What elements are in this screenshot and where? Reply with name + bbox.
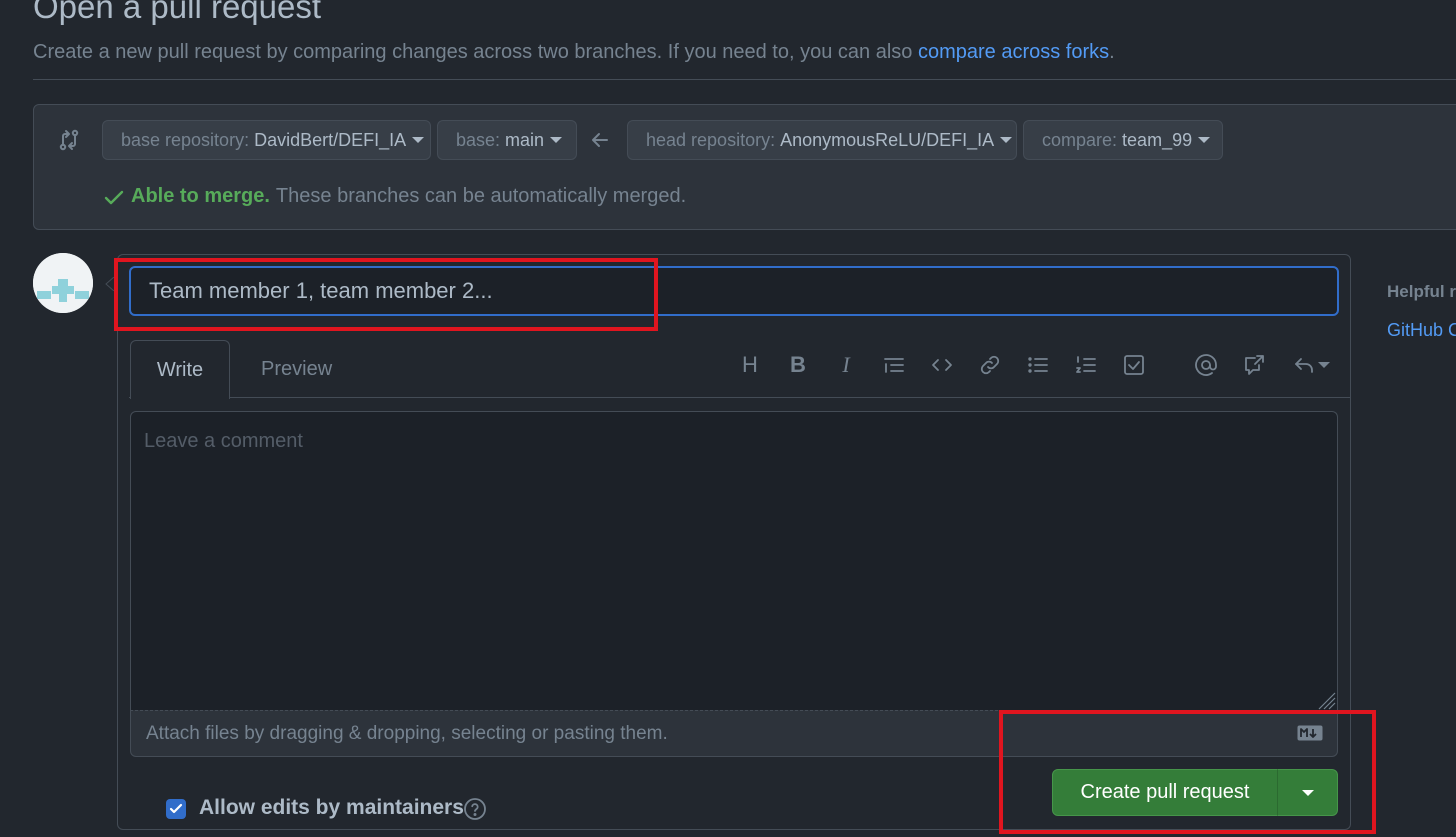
page-subtitle: Create a new pull request by comparing c… (33, 41, 1115, 64)
speech-pointer-icon (105, 277, 114, 291)
pr-title-input[interactable] (129, 266, 1339, 316)
italic-icon: I (842, 352, 850, 377)
git-compare-icon (59, 129, 79, 151)
merge-status-note: These branches can be automatically merg… (275, 185, 687, 207)
ordered-list-icon (1076, 356, 1096, 373)
unordered-list-button[interactable] (1025, 352, 1051, 378)
base-repository-select[interactable]: base repository: DavidBert/DEFI_IA (102, 120, 431, 160)
base-branch-label: base: (456, 129, 501, 150)
chevron-down-icon (1198, 137, 1211, 143)
base-repository-value: DavidBert/DEFI_IA (254, 129, 407, 150)
cross-reference-button[interactable] (1241, 352, 1267, 378)
helpful-resources-heading: Helpful r (1387, 282, 1456, 301)
task-list-button[interactable] (1121, 352, 1147, 378)
reply-icon (1294, 358, 1313, 373)
base-repository-label: base repository: (121, 129, 250, 150)
cross-reference-icon (1245, 355, 1264, 375)
italic-button[interactable]: I (833, 352, 859, 378)
bold-button[interactable]: B (785, 352, 811, 378)
link-icon (980, 355, 1000, 375)
allow-edits-checkbox[interactable] (166, 799, 186, 819)
help-icon[interactable] (463, 797, 487, 821)
compare-branch-value: team_99 (1122, 129, 1193, 150)
heading-button[interactable]: H (737, 352, 763, 378)
link-button[interactable] (977, 352, 1003, 378)
heading-icon: H (742, 352, 758, 377)
check-icon (104, 190, 124, 204)
create-options-dropdown[interactable] (1277, 769, 1338, 816)
identicon-image (33, 253, 93, 313)
markdown-icon[interactable] (1297, 725, 1323, 741)
code-button[interactable] (929, 352, 955, 378)
chevron-down-icon (412, 137, 425, 143)
avatar[interactable] (33, 253, 93, 313)
base-branch-select[interactable]: base: main (437, 120, 577, 160)
tab-write[interactable]: Write (130, 340, 230, 399)
helpful-resource-link[interactable]: GitHub C (1387, 320, 1456, 341)
header-divider (33, 79, 1456, 80)
ordered-list-button[interactable] (1073, 352, 1099, 378)
page-title: Open a pull request (33, 0, 322, 25)
chevron-down-icon (1000, 137, 1013, 143)
compare-branch-select[interactable]: compare: team_99 (1023, 120, 1223, 160)
chevron-down-icon (550, 137, 563, 143)
quote-icon (884, 358, 904, 373)
allow-edits-label[interactable]: Allow edits by maintainers (199, 796, 464, 820)
subtitle-text: Create a new pull request by comparing c… (33, 41, 913, 63)
chevron-down-icon (1301, 789, 1314, 796)
tab-preview[interactable]: Preview (244, 340, 349, 398)
comment-textarea[interactable] (130, 411, 1338, 711)
mention-button[interactable] (1193, 352, 1219, 378)
subtitle-end: . (1109, 41, 1115, 63)
quote-button[interactable] (881, 352, 907, 378)
chevron-down-icon (1317, 362, 1330, 368)
mention-icon (1195, 354, 1217, 376)
compare-branch-label: compare: (1042, 129, 1118, 150)
check-icon (169, 803, 183, 814)
bold-icon: B (790, 352, 806, 377)
create-pull-request-button[interactable]: Create pull request (1052, 769, 1278, 816)
task-list-icon (1124, 355, 1144, 375)
code-icon (932, 359, 952, 371)
saved-replies-button[interactable] (1289, 352, 1333, 378)
attach-files-text: Attach files by dragging & dropping, sel… (146, 722, 668, 744)
unordered-list-icon (1028, 357, 1048, 373)
merge-status: Able to merge. These branches can be aut… (103, 185, 686, 208)
head-repository-value: AnonymousReLU/DEFI_IA (780, 129, 995, 150)
merge-status-label: Able to merge. (131, 185, 270, 207)
head-repository-label: head repository: (646, 129, 776, 150)
compare-across-forks-link[interactable]: compare across forks (918, 41, 1109, 63)
base-branch-value: main (505, 129, 545, 150)
arrow-left-icon (592, 133, 608, 147)
resize-grip-icon[interactable] (1314, 688, 1336, 710)
head-repository-select[interactable]: head repository: AnonymousReLU/DEFI_IA (627, 120, 1017, 160)
attach-files-area[interactable]: Attach files by dragging & dropping, sel… (130, 710, 1338, 757)
